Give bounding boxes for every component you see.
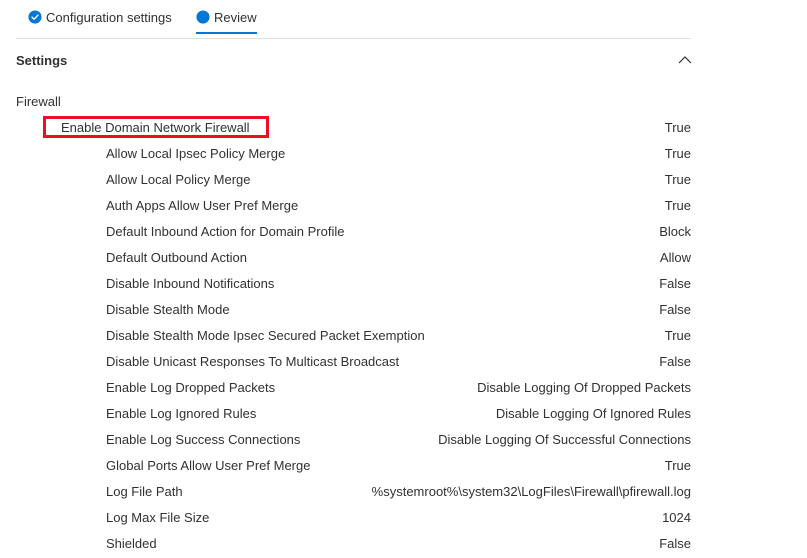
setting-label: Disable Inbound Notifications — [106, 276, 275, 291]
setting-value: 1024 — [662, 510, 691, 525]
setting-value: Disable Logging Of Ignored Rules — [495, 406, 691, 421]
setting-label: Enable Log Dropped Packets — [106, 380, 276, 395]
setting-value: False — [659, 276, 691, 291]
setting-row: Disable Stealth Mode False — [0, 298, 807, 324]
setting-label: Disable Stealth Mode — [106, 302, 230, 317]
setting-row: Enable Log Dropped Packets Disable Loggi… — [0, 376, 807, 402]
tab-review-label: Review — [214, 9, 257, 25]
setting-label: Disable Stealth Mode Ipsec Secured Packe… — [106, 328, 425, 343]
filled-circle-icon — [196, 10, 210, 24]
setting-row: Default Outbound Action Allow — [0, 246, 807, 272]
wizard-tabs: Configuration settings Review — [16, 0, 691, 39]
setting-row: Allow Local Policy Merge True — [0, 168, 807, 194]
setting-value: False — [659, 536, 691, 551]
setting-label: Disable Unicast Responses To Multicast B… — [106, 354, 400, 369]
setting-row: Disable Unicast Responses To Multicast B… — [0, 350, 807, 376]
setting-row: Auth Apps Allow User Pref Merge True — [0, 194, 807, 220]
setting-row: Default Inbound Action for Domain Profil… — [0, 220, 807, 246]
check-circle-icon — [28, 10, 42, 24]
setting-row: Disable Inbound Notifications False — [0, 272, 807, 298]
setting-label: Global Ports Allow User Pref Merge — [106, 458, 311, 473]
setting-label: Allow Local Policy Merge — [106, 172, 251, 187]
setting-label: Enable Log Success Connections — [106, 432, 301, 447]
setting-value: True — [664, 172, 691, 187]
setting-row: Enable Log Ignored Rules Disable Logging… — [0, 402, 807, 428]
setting-value: True — [664, 328, 691, 343]
setting-value: Disable Logging Of Dropped Packets — [477, 380, 691, 395]
settings-section-header[interactable]: Settings — [16, 48, 693, 72]
setting-value: True — [664, 458, 691, 473]
setting-row: Enable Log Success Connections Disable L… — [0, 428, 807, 454]
setting-value: True — [664, 146, 691, 161]
setting-value: False — [659, 302, 691, 317]
tab-review[interactable]: Review — [196, 0, 257, 34]
setting-value: False — [659, 354, 691, 369]
setting-row: Allow Local Ipsec Policy Merge True — [0, 142, 807, 168]
setting-label: Auth Apps Allow User Pref Merge — [106, 198, 299, 213]
active-tab-indicator — [196, 32, 257, 34]
setting-value: Disable Logging Of Successful Connection… — [438, 432, 691, 447]
setting-row: Disable Stealth Mode Ipsec Secured Packe… — [0, 324, 807, 350]
setting-value: Allow — [659, 250, 691, 265]
chevron-up-icon[interactable] — [677, 52, 693, 68]
tab-configuration-settings[interactable]: Configuration settings — [28, 0, 172, 34]
setting-label: Shielded — [106, 536, 157, 551]
setting-value: Block — [659, 224, 691, 239]
setting-label: Allow Local Ipsec Policy Merge — [106, 146, 286, 161]
setting-value: %systemroot%\system32\LogFiles\Firewall\… — [371, 484, 691, 499]
setting-value: True — [664, 120, 691, 135]
setting-label: Log File Path — [106, 484, 183, 499]
setting-label: Enable Log Ignored Rules — [106, 406, 257, 421]
setting-label: Log Max File Size — [106, 510, 210, 525]
setting-label: Default Outbound Action — [106, 250, 247, 265]
setting-row: Log File Path %systemroot%\system32\LogF… — [0, 480, 807, 506]
setting-row: Global Ports Allow User Pref Merge True — [0, 454, 807, 480]
section-title: Settings — [16, 52, 68, 68]
setting-row: Enable Domain Network Firewall True — [0, 116, 807, 142]
setting-label: Default Inbound Action for Domain Profil… — [106, 224, 345, 239]
setting-row: Shielded False — [0, 532, 807, 558]
setting-value: True — [664, 198, 691, 213]
group-title: Firewall — [16, 94, 61, 109]
setting-label: Enable Domain Network Firewall — [61, 120, 250, 135]
setting-row: Log Max File Size 1024 — [0, 506, 807, 532]
tab-configuration-settings-label: Configuration settings — [46, 9, 172, 25]
